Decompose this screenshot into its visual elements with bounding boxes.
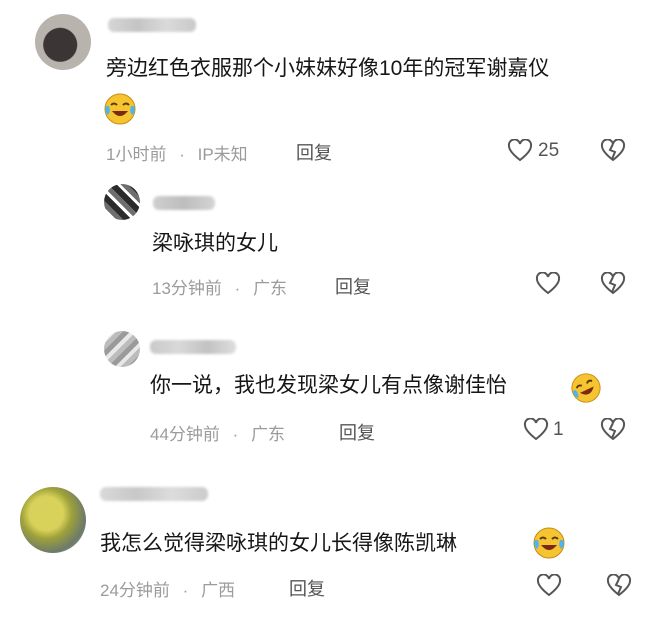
timestamp: 1小时前	[106, 145, 167, 164]
username-blurred[interactable]	[153, 196, 215, 210]
laughing-crying-emoji	[533, 527, 565, 559]
separator: ·	[179, 145, 185, 164]
heart-icon[interactable]	[535, 272, 561, 296]
comment-text: 旁边红色衣服那个小妹妹好像10年的冠军谢嘉仪	[106, 57, 550, 80]
heart-icon[interactable]	[523, 418, 549, 442]
avatar[interactable]	[104, 184, 140, 220]
reply-button[interactable]: 回复	[339, 419, 375, 445]
broken-heart-icon[interactable]	[600, 272, 626, 296]
ip-location: IP未知	[197, 145, 248, 164]
reply-button[interactable]: 回复	[335, 273, 371, 299]
username-blurred[interactable]	[108, 18, 196, 32]
reply-button[interactable]: 回复	[289, 575, 325, 601]
username-blurred[interactable]	[150, 340, 236, 354]
comment-text: 我怎么觉得梁咏琪的女儿长得像陈凯琳	[100, 532, 457, 555]
avatar[interactable]	[20, 487, 86, 553]
ip-location: 广东	[251, 425, 286, 444]
ip-location: 广西	[201, 581, 236, 600]
avatar[interactable]	[104, 331, 140, 367]
like-count: 25	[538, 140, 560, 161]
comment-text: 你一说，我也发现梁女儿有点像谢佳怡	[150, 374, 507, 397]
username-blurred[interactable]	[100, 487, 208, 501]
heart-icon[interactable]	[507, 139, 533, 163]
broken-heart-icon[interactable]	[600, 139, 626, 163]
heart-icon[interactable]	[536, 574, 562, 598]
rolling-laughing-emoji	[571, 373, 601, 403]
reply-button[interactable]: 回复	[296, 139, 332, 165]
ip-location: 广东	[253, 279, 288, 298]
separator: ·	[232, 425, 239, 444]
broken-heart-icon[interactable]	[606, 574, 632, 598]
like-count: 1	[553, 419, 564, 440]
comment-text: 梁咏琪的女儿	[152, 232, 278, 255]
separator: ·	[182, 581, 189, 600]
separator: ·	[234, 279, 241, 298]
laughing-crying-emoji	[104, 93, 136, 125]
timestamp: 24分钟前	[100, 581, 170, 600]
broken-heart-icon[interactable]	[600, 418, 626, 442]
timestamp: 13分钟前	[152, 279, 222, 298]
avatar[interactable]	[35, 14, 91, 70]
timestamp: 44分钟前	[150, 425, 220, 444]
